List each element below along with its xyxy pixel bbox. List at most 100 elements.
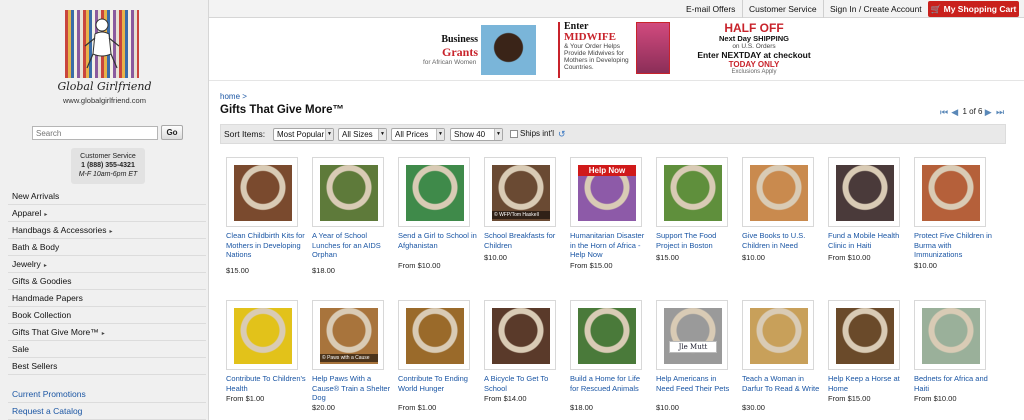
cart-label: My Shopping Cart: [943, 4, 1017, 14]
submenu-arrow-icon: ▸: [109, 229, 113, 235]
product-thumbnail[interactable]: [484, 300, 556, 370]
product-name[interactable]: Teach a Woman in Darfur To Read & Write: [742, 374, 822, 393]
product-image: [664, 165, 722, 221]
logo[interactable]: Global Girlfriend www.globalgirlfriend.c…: [57, 10, 152, 110]
sidebar-item-label: Best Sellers: [12, 361, 58, 371]
grants-photo: [481, 25, 536, 75]
product-thumbnail[interactable]: [398, 157, 470, 227]
product-name[interactable]: A Bicycle To Get To School: [484, 374, 564, 393]
product-thumbnail[interactable]: © WFP/Tom Haskell: [484, 157, 556, 227]
sidebar-item[interactable]: Sale: [8, 341, 206, 358]
product-price: From $15.00: [828, 394, 871, 403]
product-name[interactable]: Protect Five Children in Burma with Immu…: [914, 231, 994, 260]
product-thumbnail[interactable]: [828, 300, 900, 370]
midwife-line3: & Your Order Helps Provide Midwives for …: [564, 43, 629, 71]
product-name[interactable]: Help Keep a Horse at Home: [828, 374, 908, 393]
refresh-icon[interactable]: ↺: [558, 129, 568, 139]
cart-icon: 🛒: [930, 4, 942, 14]
shopping-cart-button[interactable]: 🛒 My Shopping Cart: [928, 1, 1019, 17]
sidebar-item[interactable]: Handmade Papers: [8, 290, 206, 307]
product-price: From $10.00: [398, 261, 441, 270]
product-thumbnail[interactable]: [914, 300, 986, 370]
product-price: $15.00: [656, 253, 679, 262]
ships-intl-checkbox[interactable]: [510, 130, 518, 138]
product-name[interactable]: Help Paws With a Cause® Train a Shelter …: [312, 374, 392, 403]
product-thumbnail[interactable]: [742, 300, 814, 370]
product-image: [922, 165, 980, 221]
product-name[interactable]: Send a Girl to School in Afghanistan: [398, 231, 478, 250]
product-thumbnail[interactable]: [570, 300, 642, 370]
sort-select[interactable]: Most Popular ▼: [273, 128, 334, 141]
product-thumbnail[interactable]: Jle Mutt: [656, 300, 728, 370]
product-thumbnail[interactable]: © Paws with a Cause: [312, 300, 384, 370]
sidebar-item[interactable]: Bath & Body: [8, 239, 206, 256]
grants-banner[interactable]: Business Grants for African Women: [421, 22, 539, 76]
shipping-banner[interactable]: HALF OFF Next Day SHIPPING on U.S. Order…: [695, 22, 813, 78]
product-name[interactable]: Humanitarian Disaster in the Horn of Afr…: [570, 231, 650, 260]
sidebar-item-label: Handbags & Accessories: [12, 225, 107, 235]
product-name[interactable]: School Breakfasts for Children: [484, 231, 564, 250]
product-name[interactable]: Clean Childbirth Kits for Mothers in Dev…: [226, 231, 306, 260]
product-name[interactable]: A Year of School Lunches for an AIDS Orp…: [312, 231, 392, 260]
sidebar-item[interactable]: Handbags & Accessories ▸: [8, 222, 206, 239]
product-thumbnail[interactable]: [312, 157, 384, 227]
chevron-down-icon: ▼: [494, 129, 502, 140]
help-now-badge: Help Now: [578, 165, 636, 176]
submenu-arrow-icon: ▸: [101, 331, 105, 337]
customer-service-link[interactable]: Customer Service: [742, 0, 817, 18]
product-thumbnail[interactable]: [398, 300, 470, 370]
sidebar-item[interactable]: New Arrivals: [8, 188, 206, 205]
first-page-icon[interactable]: ⏮: [940, 107, 949, 116]
sidebar-link[interactable]: Current Promotions: [8, 386, 206, 403]
show-select[interactable]: Show 40 ▼: [450, 128, 503, 141]
sidebar-item-label: Bath & Body: [12, 242, 60, 252]
sign-in-link[interactable]: Sign In / Create Account: [823, 0, 922, 18]
product-name[interactable]: Fund a Mobile Health Clinic in Haiti: [828, 231, 908, 250]
page-title: Gifts That Give More™: [220, 104, 344, 116]
product-thumbnail[interactable]: [656, 157, 728, 227]
product-image: [836, 308, 894, 364]
search-input[interactable]: [32, 126, 158, 140]
product-thumbnail[interactable]: [914, 157, 986, 227]
sidebar-link[interactable]: Request a Catalog: [8, 403, 206, 420]
product-name[interactable]: Support The Food Project in Boston: [656, 231, 736, 250]
shipping-line4: Enter NEXTDAY at checkout: [697, 50, 811, 60]
breadcrumb[interactable]: home >: [220, 92, 247, 101]
product-image: [750, 308, 808, 364]
midwife-banner[interactable]: Enter MIDWIFE & Your Order Helps Provide…: [558, 22, 670, 78]
sidebar-item[interactable]: Apparel ▸: [8, 205, 206, 222]
sidebar-item[interactable]: Book Collection: [8, 307, 206, 324]
sidebar-item[interactable]: Gifts That Give More™ ▸: [8, 324, 206, 341]
product-thumbnail[interactable]: [226, 157, 298, 227]
next-page-icon[interactable]: ▶: [985, 107, 994, 116]
product-name[interactable]: Help Americans in Need Feed Their Pets: [656, 374, 736, 393]
top-bar: E-mail Offers Customer Service Sign In /…: [209, 0, 1024, 18]
sizes-select[interactable]: All Sizes ▼: [338, 128, 387, 141]
sidebar-item[interactable]: Jewelry ▸: [8, 256, 206, 273]
search-button[interactable]: Go: [161, 125, 183, 140]
cs-hours: M-F 10am-6pm ET: [78, 171, 138, 178]
product-name[interactable]: Contribute To Children's Health: [226, 374, 306, 393]
prev-page-icon[interactable]: ◀: [951, 107, 960, 116]
product-name[interactable]: Contribute To Ending World Hunger: [398, 374, 478, 393]
photo-credit: © Paws with a Cause: [320, 354, 378, 362]
last-page-icon[interactable]: ⏭: [996, 107, 1005, 116]
midwife-photo: [636, 22, 670, 74]
product-price: $15.00: [226, 266, 249, 275]
product-thumbnail[interactable]: [828, 157, 900, 227]
product-thumbnail[interactable]: Help Now: [570, 157, 642, 227]
product-thumbnail[interactable]: [742, 157, 814, 227]
sort-label: Sort Items:: [224, 129, 266, 139]
product-name[interactable]: Give Books to U.S. Children in Need: [742, 231, 822, 250]
sidebar-item[interactable]: Gifts & Goodies: [8, 273, 206, 290]
product-thumbnail[interactable]: [226, 300, 298, 370]
sidebar-item-label: Gifts That Give More™: [12, 327, 99, 337]
sidebar-item[interactable]: Best Sellers: [8, 358, 206, 375]
product-name[interactable]: Bednets for Africa and Haiti: [914, 374, 994, 393]
filter-bar: Sort Items: Most Popular ▼ All Sizes ▼ All…: [220, 124, 1006, 144]
product-name[interactable]: Build a Home for Life for Rescued Animal…: [570, 374, 650, 393]
prices-select[interactable]: All Prices ▼: [391, 128, 445, 141]
product-price: From $14.00: [484, 394, 527, 403]
email-offers-link[interactable]: E-mail Offers: [686, 0, 735, 18]
product-price: From $10.00: [914, 394, 957, 403]
